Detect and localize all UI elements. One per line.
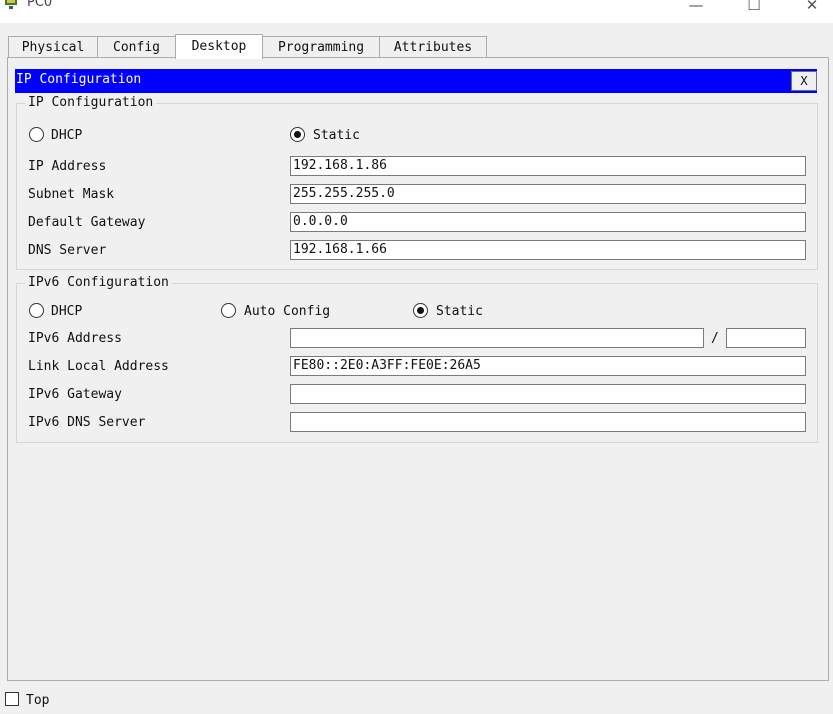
default-gateway-label: Default Gateway [28,215,146,230]
ipv4-static-label: Static [313,128,360,143]
ipv6-address-label: IPv6 Address [28,331,122,346]
minimize-button[interactable]: — [673,0,719,16]
ipv6-dns-server-label: IPv6 DNS Server [28,415,146,430]
ip-address-label: IP Address [28,159,107,174]
tab-programming[interactable]: Programming [262,36,380,57]
ipv6-static-radio[interactable] [413,303,428,318]
ipv6-dhcp-label: DHCP [51,304,83,319]
ipv6-address-input[interactable] [290,328,704,348]
link-local-address-label: Link Local Address [28,359,169,374]
top-checkbox-label: Top [26,693,50,708]
window-title: PC0 [27,0,53,10]
close-ip-config-button[interactable]: X [791,71,817,91]
close-window-button[interactable]: ✕ [789,0,833,16]
tab-config[interactable]: Config [97,36,176,57]
top-checkbox[interactable] [5,692,19,706]
ip-config-header: IP Configuration X [15,69,817,93]
link-local-address-input[interactable]: FE80::2E0:A3FF:FE0E:26A5 [290,356,806,376]
tab-desktop[interactable]: Desktop [175,34,263,59]
ipv6-dhcp-radio[interactable] [29,303,44,318]
window-titlebar: PC0 — ☐ ✕ [0,0,833,23]
ipv4-static-radio[interactable] [290,127,305,142]
dns-server-input[interactable]: 192.168.1.66 [290,240,806,260]
ipv6-group-title: IPv6 Configuration [25,275,172,290]
tab-physical[interactable]: Physical [8,36,98,57]
ipv4-group-title: IP Configuration [25,95,157,110]
ipv4-dhcp-label: DHCP [51,128,83,143]
ipv6-gateway-label: IPv6 Gateway [28,387,122,402]
ip-config-header-title: IP Configuration [16,72,142,87]
dns-server-label: DNS Server [28,243,107,258]
ipv6-auto-config-radio[interactable] [221,303,236,318]
ipv6-prefix-length-input[interactable] [726,328,806,348]
ip-address-input[interactable]: 192.168.1.86 [290,156,806,176]
ipv6-dns-server-input[interactable] [290,412,806,432]
prefix-slash: / [711,331,719,346]
tab-attributes[interactable]: Attributes [379,36,487,57]
ipv6-static-label: Static [436,304,483,319]
ipv6-auto-config-label: Auto Config [244,304,331,319]
default-gateway-input[interactable]: 0.0.0.0 [290,212,806,232]
ipv6-gateway-input[interactable] [290,384,806,404]
maximize-button[interactable]: ☐ [731,0,777,16]
subnet-mask-input[interactable]: 255.255.255.0 [290,184,806,204]
ipv4-dhcp-radio[interactable] [29,127,44,142]
subnet-mask-label: Subnet Mask [28,187,115,202]
packet-tracer-pc-icon [5,0,17,9]
